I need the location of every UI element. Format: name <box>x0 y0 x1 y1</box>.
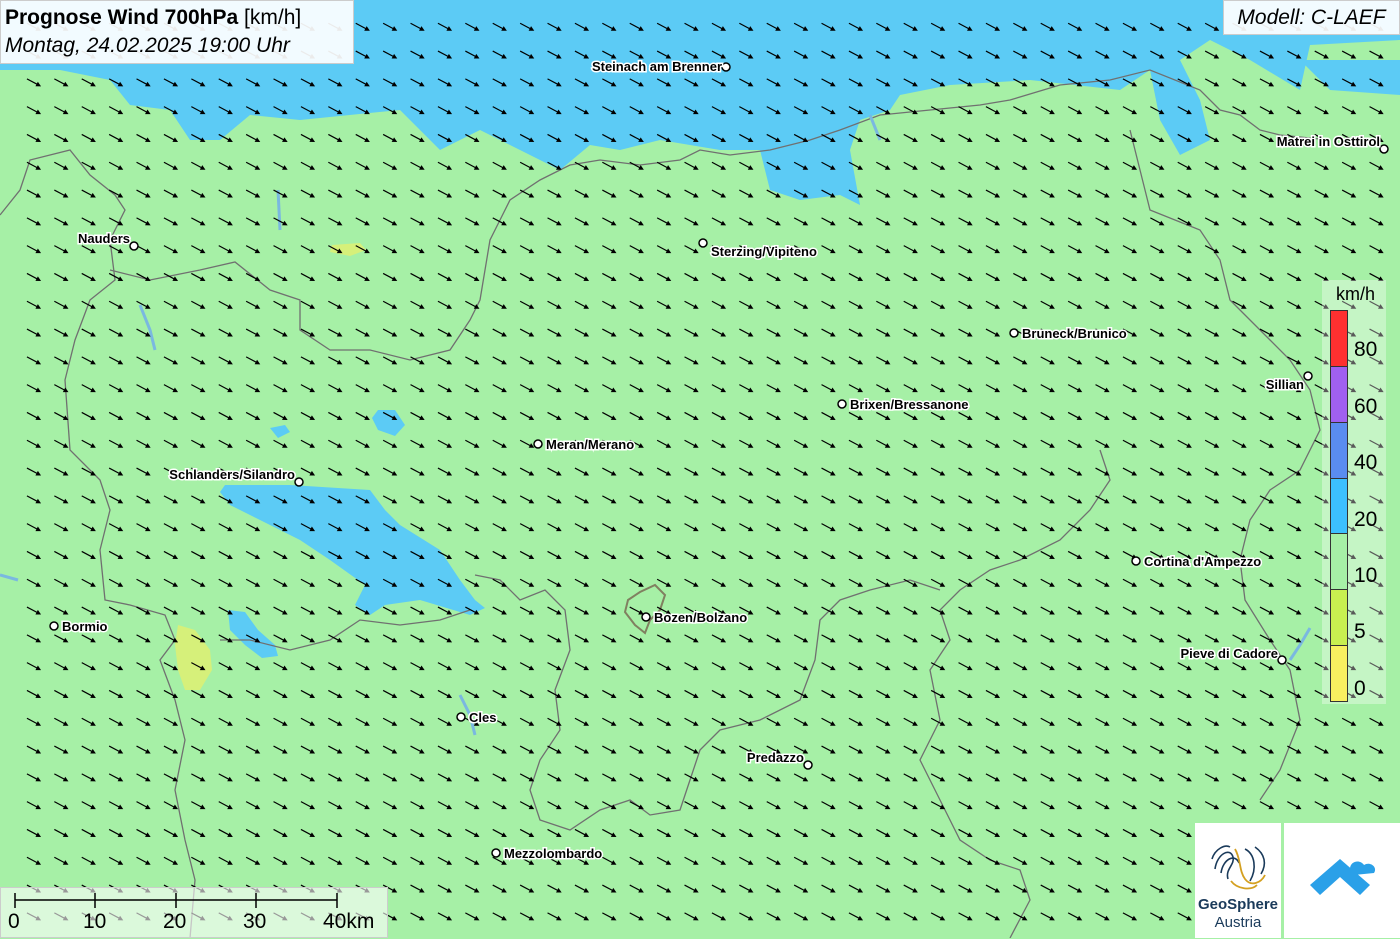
city-dot <box>721 62 731 72</box>
scale-label: 40km <box>323 910 375 933</box>
city-dot <box>1379 144 1389 154</box>
color-legend: km/h 80 60 40 20 10 5 0 <box>1322 280 1386 704</box>
forecast-datetime: Montag, 24.02.2025 19:00 Uhr <box>5 34 290 57</box>
city-steinach-am-brenner: Steinach am Brenner <box>590 58 731 76</box>
city-label: Pieve di Cadore <box>1180 646 1278 661</box>
legend-swatch-5 <box>1331 590 1347 647</box>
legend-label: 80 <box>1354 338 1378 361</box>
city-label: Steinach am Brenner <box>592 59 722 74</box>
city-dot <box>491 848 501 858</box>
city-label: Schlanders/Silandro <box>169 467 295 482</box>
weather-app-icon <box>1310 859 1376 895</box>
scale-label: 10 <box>83 910 107 933</box>
map-title: Prognose Wind 700hPa [km/h] <box>5 4 349 32</box>
title-box: Prognose Wind 700hPa [km/h] Montag, 24.0… <box>0 0 354 64</box>
legend-label: 60 <box>1354 395 1378 418</box>
legend-swatch-60 <box>1331 366 1347 423</box>
city-dot <box>837 399 847 409</box>
city-dot <box>1009 328 1019 338</box>
city-label: Cortina d'Ampezzo <box>1144 554 1261 569</box>
city-dot <box>1303 371 1313 381</box>
city-dot <box>456 712 466 722</box>
legend-label: 10 <box>1354 564 1378 587</box>
city-cortina-d-ampezzo: Cortina d'Ampezzo <box>1131 553 1263 571</box>
city-label: Mezzolombardo <box>504 846 602 861</box>
city-label: Bormio <box>62 619 108 634</box>
city-dot <box>1131 556 1141 566</box>
city-label: Brixen/Bressanone <box>850 397 969 412</box>
scale-label: 20 <box>163 910 187 933</box>
city-dot <box>129 241 139 251</box>
legend-color-bar <box>1330 310 1348 702</box>
city-dot <box>1277 655 1287 665</box>
city-label: Predazzo <box>747 750 804 765</box>
wind-map: Steinach am Brenner Matrei in Osttirol Nau… <box>0 0 1400 938</box>
legend-unit: km/h <box>1336 284 1376 304</box>
city-mezzolombardo: Mezzolombardo <box>491 845 604 863</box>
city-dot <box>294 477 304 487</box>
legend-label: 20 <box>1354 508 1378 531</box>
geosphere-logo[interactable]: GeoSphere Austria <box>1195 823 1281 938</box>
city-label: Matrei in Osttirol <box>1277 134 1380 149</box>
legend-swatch-20 <box>1331 478 1347 535</box>
model-label: Modell: C-LAEF <box>1223 0 1400 35</box>
city-label: Cles <box>469 710 496 725</box>
city-label: Nauders <box>78 231 130 246</box>
city-dot <box>698 238 708 248</box>
weather-app-logo[interactable] <box>1284 823 1400 938</box>
legend-swatch-10 <box>1331 534 1347 591</box>
city-label: Sillian <box>1266 377 1304 392</box>
city-label: Meran/Merano <box>546 437 634 452</box>
city-label: Bozen/Bolzano <box>654 610 747 625</box>
city-bruneck-brunico: Bruneck/Brunico <box>1009 325 1128 343</box>
scale-bar: 0 10 20 30 40km <box>0 887 388 938</box>
city-dot <box>803 760 813 770</box>
city-dot <box>533 439 543 449</box>
legend-label: 40 <box>1354 451 1378 474</box>
city-brixen-bressanone: Brixen/Bressanone <box>837 396 970 414</box>
city-dot <box>49 621 59 631</box>
city-bozen-bolzano: Bozen/Bolzano <box>641 609 749 627</box>
map-title-main: Prognose Wind 700hPa <box>5 6 239 29</box>
map-title-unit: [km/h] <box>244 6 302 29</box>
geosphere-name: GeoSphere <box>1197 896 1279 913</box>
city-label: Sterzing/Vipiteno <box>711 244 817 259</box>
geosphere-country: Austria <box>1214 914 1262 931</box>
city-dot <box>641 612 651 622</box>
city-label: Bruneck/Brunico <box>1022 326 1127 341</box>
geosphere-logo-icon <box>1211 845 1266 890</box>
scale-label: 0 <box>8 910 20 933</box>
legend-swatch-80 <box>1331 311 1347 367</box>
legend-swatch-0 <box>1331 646 1347 702</box>
city-meran-merano: Meran/Merano <box>533 436 636 454</box>
scale-label: 30 <box>243 910 267 933</box>
legend-swatch-40 <box>1331 422 1347 479</box>
legend-label: 0 <box>1354 677 1366 700</box>
legend-label: 5 <box>1354 620 1366 643</box>
